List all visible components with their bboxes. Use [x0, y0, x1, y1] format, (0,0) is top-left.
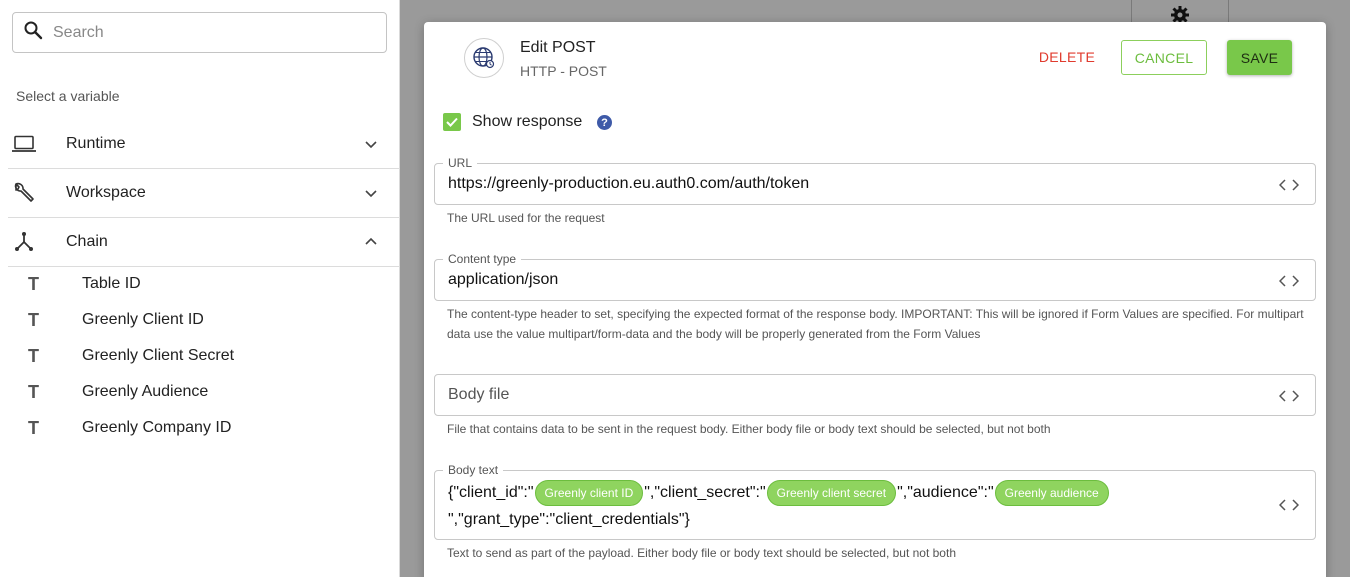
show-response-checkbox[interactable] [443, 113, 461, 131]
body-text-segment: ","client_secret":" [644, 484, 766, 501]
chevron-down-icon[interactable] [364, 186, 378, 200]
globe-icon [464, 38, 504, 78]
group-chain[interactable]: Chain [8, 218, 400, 267]
body-text-helper-text: Text to send as part of the payload. Eit… [447, 546, 956, 560]
body-text-segment: {"client_id":" [448, 484, 534, 501]
content-type-helper-line2: data use the value multipart/form-data a… [447, 327, 981, 341]
dialog-title: Edit POST [520, 39, 596, 56]
text-type-icon: T [28, 417, 39, 438]
variable-greenly-client-id[interactable]: T Greenly Client ID [28, 302, 388, 338]
variable-chip-client-id[interactable]: Greenly client ID [534, 480, 644, 506]
body-file-placeholder: Body file [448, 386, 510, 403]
variable-label: Greenly Company ID [82, 419, 232, 436]
code-toggle-icon[interactable] [1279, 274, 1299, 288]
code-toggle-icon[interactable] [1279, 178, 1299, 192]
text-type-icon: T [28, 309, 39, 330]
variable-greenly-company-id[interactable]: T Greenly Company ID [28, 410, 388, 446]
select-variable-label: Select a variable [16, 88, 120, 104]
group-workspace[interactable]: Workspace [8, 169, 400, 218]
wrench-icon [10, 181, 38, 205]
show-response-label[interactable]: Show response [472, 113, 582, 131]
chevron-down-icon[interactable] [364, 137, 378, 151]
content-type-helper-line1: The content-type header to set, specifyi… [447, 307, 1304, 321]
group-runtime[interactable]: Runtime [8, 120, 400, 169]
body-file-helper-text: File that contains data to be sent in th… [447, 422, 1051, 436]
cancel-button[interactable]: CANCEL [1121, 40, 1207, 75]
chain-icon [10, 230, 38, 254]
variable-panel: Select a variable Runtime Workspace Chai… [0, 0, 400, 577]
check-icon [446, 117, 458, 127]
save-button[interactable]: SAVE [1227, 40, 1292, 75]
laptop-icon [10, 132, 38, 156]
search-box[interactable] [12, 12, 387, 53]
group-label: Chain [66, 233, 108, 250]
variable-label: Greenly Client Secret [82, 347, 235, 364]
variable-label: Table ID [82, 275, 141, 292]
body-text-segment: ","grant_type":"client_credentials"} [448, 511, 690, 528]
code-toggle-icon[interactable] [1279, 389, 1299, 403]
variable-chip-client-secret[interactable]: Greenly client secret [766, 480, 897, 506]
variable-greenly-audience[interactable]: T Greenly Audience [28, 374, 388, 410]
body-text-field[interactable]: Body text {"client_id":" Greenly client … [434, 463, 1316, 540]
edit-post-dialog: Edit POST HTTP - POST DELETE CANCEL SAVE… [424, 22, 1326, 577]
group-label: Runtime [66, 135, 126, 152]
delete-button[interactable]: DELETE [1034, 40, 1100, 74]
body-text-segment: ","audience":" [897, 484, 994, 501]
body-text-line-2[interactable]: ","grant_type":"client_credentials"} [448, 511, 690, 529]
content-type-value[interactable]: application/json [448, 271, 558, 289]
search-icon [23, 20, 43, 45]
variable-label: Greenly Audience [82, 383, 209, 400]
url-field-label: URL [443, 156, 478, 170]
content-type-field-label: Content type [443, 252, 522, 266]
code-toggle-icon[interactable] [1279, 498, 1299, 512]
variable-greenly-client-secret[interactable]: T Greenly Client Secret [28, 338, 388, 374]
text-type-icon: T [28, 345, 39, 366]
chevron-up-icon[interactable] [364, 235, 378, 249]
text-type-icon: T [28, 273, 39, 294]
variable-label: Greenly Client ID [82, 311, 204, 328]
gear-icon [1170, 5, 1190, 22]
body-text-field-label: Body text [443, 463, 504, 477]
body-text-line-1[interactable]: {"client_id":" Greenly client ID ","clie… [448, 480, 1110, 506]
dialog-subtitle: HTTP - POST [520, 63, 607, 79]
group-label: Workspace [66, 184, 146, 201]
url-value[interactable]: https://greenly-production.eu.auth0.com/… [448, 175, 809, 193]
search-input[interactable] [53, 23, 373, 42]
url-helper-text: The URL used for the request [447, 211, 605, 225]
variable-chip-audience[interactable]: Greenly audience [994, 480, 1109, 506]
variable-table-id[interactable]: T Table ID [28, 266, 388, 302]
url-field[interactable]: URL https://greenly-production.eu.auth0.… [434, 156, 1316, 205]
body-file-field[interactable]: Body file [434, 374, 1316, 416]
content-type-field[interactable]: Content type application/json [434, 252, 1316, 301]
text-type-icon: T [28, 381, 39, 402]
help-icon[interactable]: ? [597, 115, 612, 130]
